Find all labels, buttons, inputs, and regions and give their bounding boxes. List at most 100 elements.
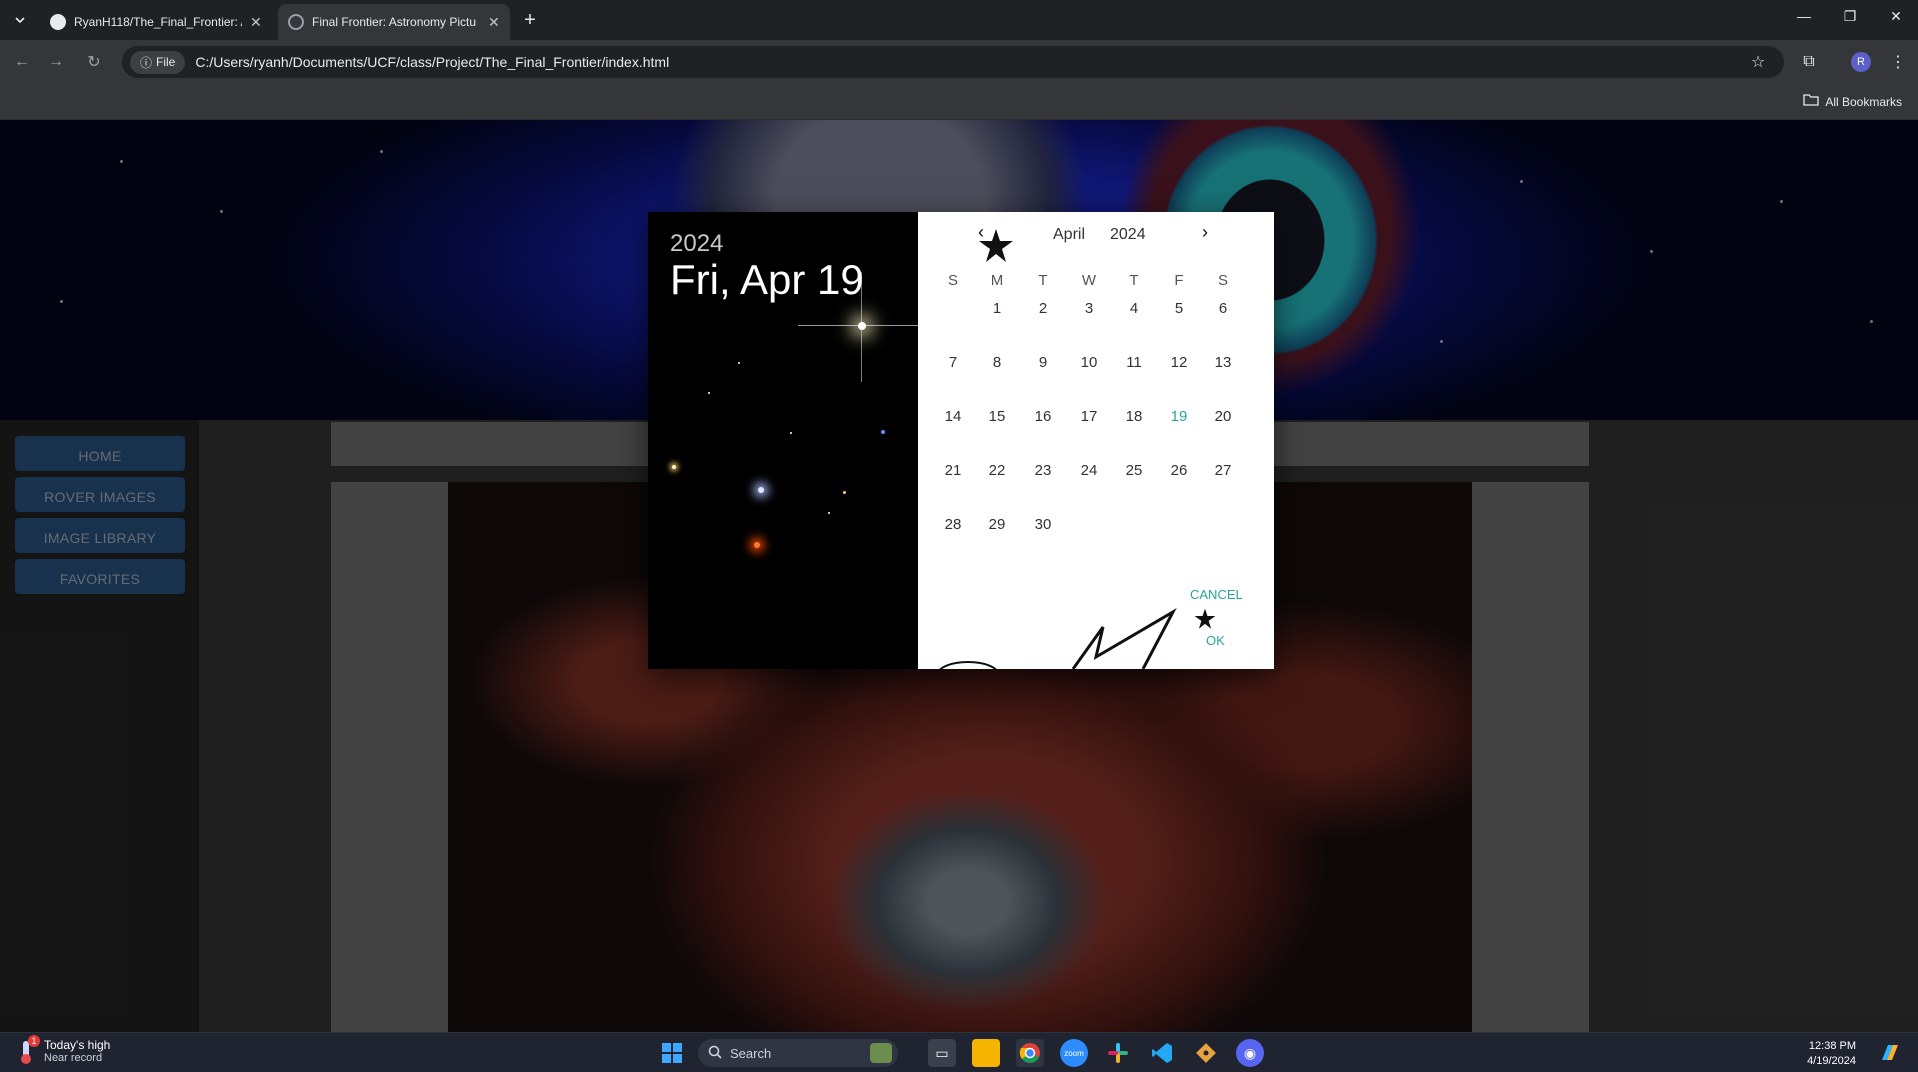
calendar-day[interactable]: 10 (1074, 354, 1104, 371)
next-month-icon[interactable]: › (1202, 222, 1208, 243)
bookmark-star-icon[interactable]: ☆ (1746, 50, 1770, 74)
calendar-day[interactable]: 17 (1074, 408, 1104, 425)
weather-widget[interactable]: 1 Today's high Near record (16, 1035, 111, 1065)
file-chip-label: File (156, 55, 176, 69)
tab-title: Final Frontier: Astronomy Pictu (312, 15, 477, 29)
tab-search-icon[interactable] (8, 8, 32, 32)
ok-button[interactable]: OK (1206, 633, 1225, 648)
weekday-label: S (947, 272, 958, 289)
weekday-label: F (1174, 272, 1184, 289)
restore-icon[interactable]: ❐ (1830, 8, 1870, 25)
taskbar-search[interactable]: Search (698, 1039, 898, 1067)
calendar-panel: ‹ April 2024 › SMTWTFS 1 2 3 4 5 6 7 8 9 10 11 12 13… (918, 212, 1274, 669)
weekday-label: W (1081, 272, 1097, 289)
calendar-day[interactable]: 15 (982, 408, 1012, 425)
info-icon: ⓘ (140, 55, 153, 70)
calendar-day[interactable]: 9 (1028, 354, 1058, 371)
calendar-day[interactable]: 30 (1028, 516, 1058, 533)
vscode-icon[interactable] (1148, 1039, 1176, 1067)
star-glow (858, 322, 866, 330)
extensions-icon[interactable]: ⧉ (1797, 50, 1821, 74)
cancel-button[interactable]: CANCEL (1190, 587, 1243, 602)
weather-badge: 1 (28, 1035, 40, 1047)
all-bookmarks-label: All Bookmarks (1825, 94, 1902, 109)
thermometer-icon: 1 (16, 1035, 40, 1065)
weather-title: Today's high (44, 1038, 111, 1052)
weekday-label: T (1038, 272, 1048, 289)
close-window-icon[interactable]: ✕ (1876, 8, 1916, 25)
new-tab-icon[interactable]: + (518, 8, 542, 32)
date-picker-modal: 2024 Fri, Apr 19 ‹ April 2024 › SMTWTFS … (648, 212, 1274, 669)
search-icon (708, 1045, 722, 1062)
calendar-day[interactable]: 22 (982, 462, 1012, 479)
calendar-day[interactable]: 23 (1028, 462, 1058, 479)
calendar-day[interactable]: 19 (1164, 408, 1194, 425)
menu-kebab-icon[interactable]: ⋮ (1886, 50, 1910, 74)
github-icon (50, 14, 66, 30)
tab-title: RyanH118/The_Final_Frontier: A (74, 15, 242, 29)
calendar-day[interactable]: 18 (1119, 408, 1149, 425)
calendar-day[interactable]: 3 (1074, 300, 1104, 317)
site-info-chip[interactable]: ⓘ File (130, 50, 186, 74)
calendar-day[interactable]: 25 (1119, 462, 1149, 479)
task-view-icon[interactable]: ▭ (928, 1039, 956, 1067)
system-clock[interactable]: 12:38 PM 4/19/2024 (1807, 1039, 1856, 1069)
windows-taskbar: 1 Today's high Near record Search ▭ zoom… (0, 1032, 1918, 1072)
calendar-day[interactable]: 4 (1119, 300, 1149, 317)
forward-icon[interactable]: → (44, 50, 68, 74)
url-text: C:/Users/ryanh/Documents/UCF/class/Proje… (195, 54, 670, 70)
calendar-day[interactable]: 1 (982, 300, 1012, 317)
weekday-label: S (1217, 272, 1228, 289)
picker-selected-year[interactable]: 2024 (670, 230, 723, 258)
calendar-day[interactable]: 6 (1208, 300, 1238, 317)
weather-subtitle: Near record (44, 1052, 103, 1064)
year-selector[interactable]: 2024 (1110, 226, 1146, 244)
tab-github[interactable]: RyanH118/The_Final_Frontier: A ✕ (40, 4, 272, 40)
calendar-day[interactable]: 8 (982, 354, 1012, 371)
calendar-day[interactable]: 5 (1164, 300, 1194, 317)
calendar-day[interactable]: 20 (1208, 408, 1238, 425)
calendar-day[interactable]: 13 (1208, 354, 1238, 371)
address-bar[interactable]: ⓘ File C:/Users/ryanh/Documents/UCF/clas… (122, 46, 1784, 78)
calendar-day[interactable]: 2 (1028, 300, 1058, 317)
clock-time: 12:38 PM (1808, 1040, 1856, 1052)
back-icon[interactable]: ← (10, 50, 34, 74)
rocket-doodle (928, 602, 1178, 669)
file-explorer-icon[interactable] (972, 1039, 1000, 1067)
star-doodle-icon (1194, 608, 1216, 635)
star-doodle-icon (978, 228, 1014, 269)
git-icon[interactable] (1192, 1039, 1220, 1067)
calendar-day[interactable]: 26 (1164, 462, 1194, 479)
discord-icon[interactable]: ◉ (1236, 1039, 1264, 1067)
globe-icon (288, 14, 304, 30)
folder-icon (1803, 94, 1819, 109)
windows-start-icon[interactable] (658, 1039, 686, 1067)
copilot-icon[interactable] (1876, 1039, 1904, 1067)
all-bookmarks-button[interactable]: All Bookmarks (1803, 94, 1902, 109)
picker-selected-date: Fri, Apr 19 (670, 256, 864, 303)
search-placeholder: Search (730, 1045, 772, 1061)
month-selector[interactable]: April (1053, 226, 1085, 244)
avatar[interactable]: R (1851, 52, 1871, 72)
reload-icon[interactable]: ↻ (82, 50, 106, 74)
close-tab-icon[interactable]: ✕ (488, 14, 500, 31)
minimize-icon[interactable]: — (1784, 8, 1824, 24)
calendar-day[interactable]: 24 (1074, 462, 1104, 479)
calendar-day[interactable]: 11 (1119, 354, 1149, 371)
calendar-day[interactable]: 12 (1164, 354, 1194, 371)
chrome-icon[interactable] (1016, 1039, 1044, 1067)
calendar-day[interactable]: 29 (982, 516, 1012, 533)
calendar-day[interactable]: 7 (938, 354, 968, 371)
calendar-day[interactable]: 28 (938, 516, 968, 533)
calendar-day[interactable]: 27 (1208, 462, 1238, 479)
close-tab-icon[interactable]: ✕ (250, 14, 262, 31)
date-picker-header: 2024 Fri, Apr 19 (648, 212, 918, 669)
calendar-day[interactable]: 21 (938, 462, 968, 479)
calendar-day[interactable]: 16 (1028, 408, 1058, 425)
calendar-day[interactable]: 14 (938, 408, 968, 425)
slack-icon[interactable] (1104, 1039, 1132, 1067)
zoom-icon[interactable]: zoom (1060, 1039, 1088, 1067)
tab-final-frontier[interactable]: Final Frontier: Astronomy Pictu ✕ (278, 4, 510, 40)
clock-date: 4/19/2024 (1807, 1055, 1856, 1067)
browser-toolbar: ← → ↻ ⓘ File C:/Users/ryanh/Documents/UC… (0, 40, 1918, 84)
